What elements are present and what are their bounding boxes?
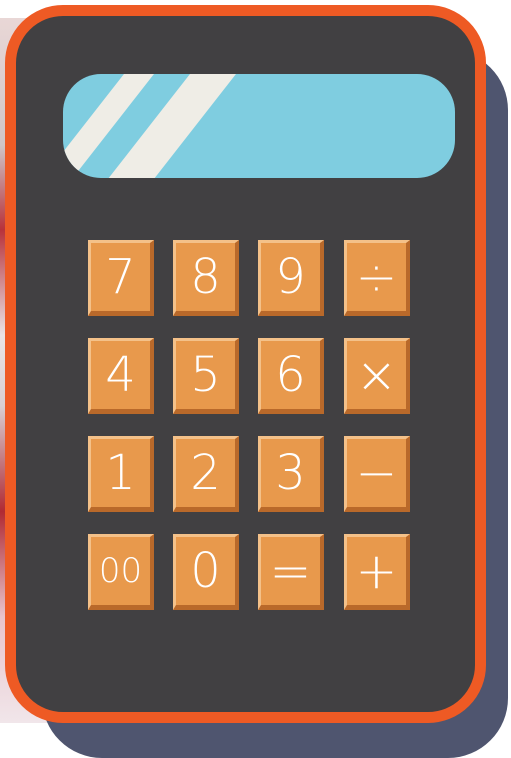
key-equals[interactable]: = — [258, 534, 324, 610]
key-0[interactable]: 0 — [173, 534, 239, 610]
key-8[interactable]: 8 — [173, 240, 239, 316]
key-4[interactable]: 4 — [88, 338, 154, 414]
calculator-body: 7 8 9 ÷ 4 5 6 × 1 2 3 − 00 0 = + — [5, 5, 486, 723]
key-5[interactable]: 5 — [173, 338, 239, 414]
key-plus[interactable]: + — [344, 534, 410, 610]
key-divide[interactable]: ÷ — [344, 240, 410, 316]
key-minus[interactable]: − — [344, 436, 410, 512]
key-7[interactable]: 7 — [88, 240, 154, 316]
key-multiply[interactable]: × — [344, 338, 410, 414]
key-00[interactable]: 00 — [88, 534, 154, 610]
key-9[interactable]: 9 — [258, 240, 324, 316]
key-3[interactable]: 3 — [258, 436, 324, 512]
key-2[interactable]: 2 — [173, 436, 239, 512]
key-1[interactable]: 1 — [88, 436, 154, 512]
calculator-display — [63, 74, 455, 178]
key-6[interactable]: 6 — [258, 338, 324, 414]
